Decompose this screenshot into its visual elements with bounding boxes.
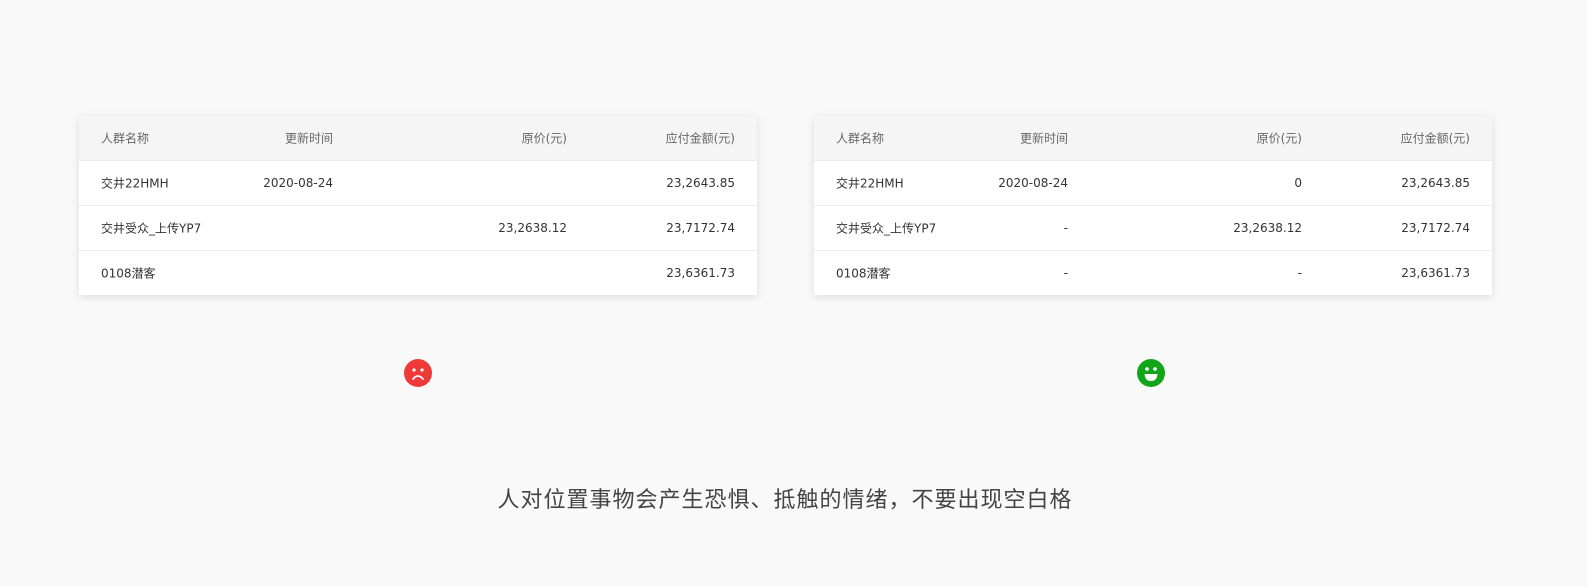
cell-amount-due: 23,7172.74	[1401, 221, 1470, 235]
cell-original-price: -	[1297, 266, 1302, 280]
header-amount-due: 应付金额(元)	[665, 131, 735, 146]
cell-update-time: 2020-08-24	[263, 176, 333, 190]
cell-amount-due: 23,7172.74	[666, 221, 735, 235]
cell-update-time: -	[1063, 221, 1068, 235]
cell-update-time: 2020-08-24	[998, 176, 1068, 190]
caption: 人对位置事物会产生恐惧、抵触的情绪，不要出现空白格	[497, 488, 1073, 513]
cell-group-name: 交井受众_上传YP7	[101, 221, 202, 236]
cell-update-time: -	[1063, 266, 1068, 280]
cell-amount-due: 23,6361.73	[666, 266, 735, 280]
cell-group-name: 交井受众_上传YP7	[836, 221, 937, 236]
header-amount-due: 应付金额(元)	[1400, 131, 1470, 146]
table-row: 0108潜客 - - 23,6361.73	[814, 251, 1492, 295]
cell-original-price: 23,2638.12	[1233, 221, 1302, 235]
table-row: 交井22HMH 2020-08-24 0 23,2643.85	[814, 161, 1492, 206]
cell-group-name: 0108潜客	[101, 266, 156, 281]
cell-original-price: 0	[1294, 176, 1302, 190]
cell-group-name: 0108潜客	[836, 266, 891, 281]
header-group-name: 人群名称	[836, 131, 885, 146]
header-update-time: 更新时间	[284, 131, 333, 146]
cell-group-name: 交井22HMH	[836, 176, 904, 191]
cell-original-price: 23,2638.12	[498, 221, 567, 235]
bad-example-table: 人群名称 更新时间 原价(元) 应付金额(元) 交井22HMH 2020-08-…	[79, 116, 757, 295]
table-header: 人群名称 更新时间 原价(元) 应付金额(元)	[79, 116, 757, 161]
header-original-price: 原价(元)	[1256, 131, 1302, 146]
good-example-table: 人群名称 更新时间 原价(元) 应付金额(元) 交井22HMH 2020-08-…	[814, 116, 1492, 295]
table-row: 交井受众_上传YP7 23,2638.12 23,7172.74	[79, 206, 757, 251]
cell-group-name: 交井22HMH	[101, 176, 169, 191]
sad-face-icon	[404, 359, 432, 387]
header-update-time: 更新时间	[1019, 131, 1068, 146]
cell-amount-due: 23,6361.73	[1401, 266, 1470, 280]
cell-amount-due: 23,2643.85	[666, 176, 735, 190]
header-group-name: 人群名称	[101, 131, 150, 146]
table-row: 0108潜客 23,6361.73	[79, 251, 757, 295]
cell-amount-due: 23,2643.85	[1401, 176, 1470, 190]
happy-face-icon	[1137, 359, 1165, 387]
table-header: 人群名称 更新时间 原价(元) 应付金额(元)	[814, 116, 1492, 161]
table-row: 交井22HMH 2020-08-24 23,2643.85	[79, 161, 757, 206]
table-row: 交井受众_上传YP7 - 23,2638.12 23,7172.74	[814, 206, 1492, 251]
header-original-price: 原价(元)	[521, 131, 567, 146]
